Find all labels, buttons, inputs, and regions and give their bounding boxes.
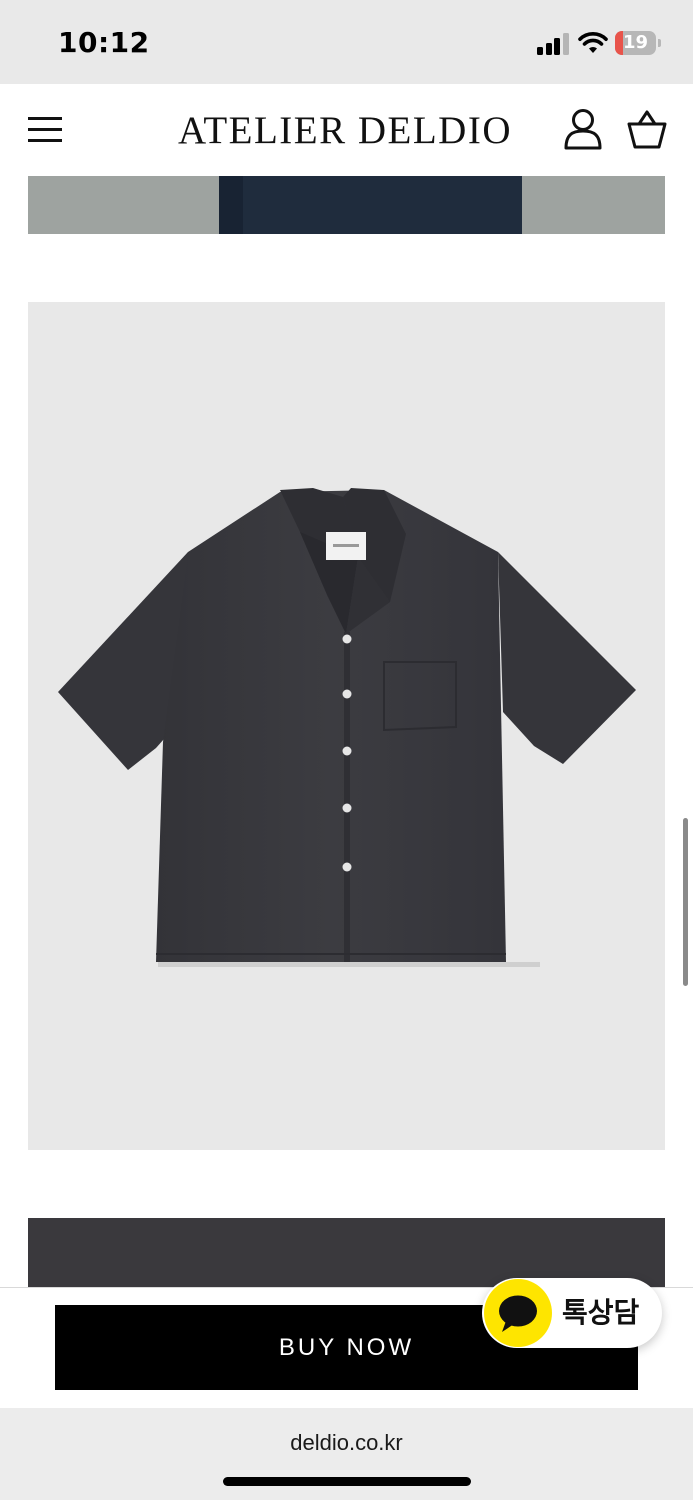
menu-icon[interactable]	[28, 117, 62, 143]
status-bar: 10:12 19	[0, 0, 693, 84]
battery-icon: 19	[615, 31, 661, 55]
signal-icon	[537, 33, 569, 55]
product-image-pants	[28, 176, 665, 234]
home-indicator[interactable]	[223, 1477, 471, 1486]
product-image-shirt	[28, 302, 665, 1150]
browser-bottom-bar: deldio.co.kr	[0, 1408, 693, 1500]
scroll-indicator[interactable]	[683, 818, 688, 986]
status-time: 10:12	[58, 26, 150, 59]
site-logo[interactable]: ATELIER DELDIO	[170, 106, 520, 156]
kakao-chat-label: 톡상담	[562, 1296, 640, 1329]
kakao-circle	[484, 1279, 552, 1347]
chat-bubble-icon	[499, 1295, 537, 1332]
cart-icon[interactable]	[626, 108, 668, 150]
kakao-chat-button[interactable]: 톡상담	[482, 1278, 662, 1348]
url-field[interactable]: deldio.co.kr	[0, 1430, 693, 1456]
site-header: ATELIER DELDIO	[0, 84, 693, 176]
account-icon[interactable]	[563, 108, 603, 150]
battery-level: 19	[622, 32, 649, 53]
wifi-icon	[578, 32, 608, 53]
